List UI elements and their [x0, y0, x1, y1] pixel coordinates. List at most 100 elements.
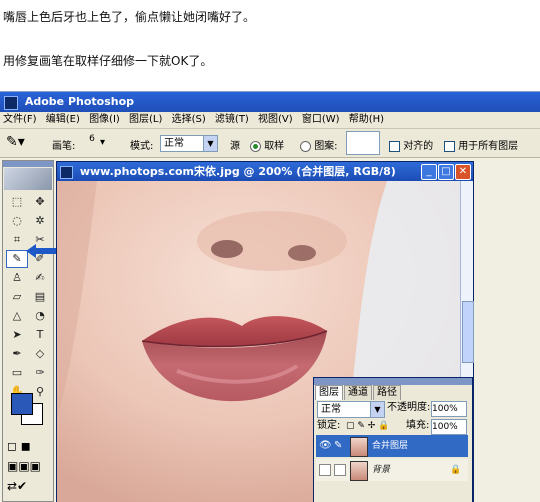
history-brush-icon[interactable]: ✍ [29, 269, 51, 287]
path-select-icon[interactable]: ➤ [6, 326, 28, 344]
marquee-icon[interactable]: ⬚ [6, 193, 28, 211]
menu-select[interactable]: 选择(S) [169, 112, 209, 128]
chevron-down-icon: ▼ [203, 136, 217, 151]
menu-image[interactable]: 图像(I) [86, 112, 123, 128]
source-label: 源 [230, 141, 240, 152]
link-toggle[interactable] [334, 464, 346, 476]
toolbox-logo [4, 168, 52, 190]
document-title-bar[interactable]: www.photops.com宋依.jpg @ 200% (合并图层, RGB/… [57, 162, 473, 181]
menu-help[interactable]: 帮助(H) [346, 112, 387, 128]
magic-wand-icon[interactable]: ✲ [29, 212, 51, 230]
layer-name: 背景 [372, 465, 391, 475]
lock-icon: 🔒 [450, 465, 462, 475]
eraser-icon[interactable]: ▱ [6, 288, 28, 306]
tab-layers[interactable]: 图层 [315, 385, 343, 400]
menu-window[interactable]: 窗口(W) [299, 112, 343, 128]
layer-thumbnail [350, 461, 368, 481]
healing-brush-icon[interactable]: ✎▾ [6, 134, 25, 150]
fill-label: 填充: [406, 420, 430, 431]
blend-mode-select[interactable]: 正常 ▼ [317, 401, 385, 418]
minimize-icon[interactable]: _ [421, 164, 437, 180]
article-line-1: 嘴唇上色后牙也上色了，偷点懒让她闭嘴好了。 [3, 10, 256, 24]
brush-link-icon[interactable]: ✎ [334, 435, 342, 457]
document-title: www.photops.com宋依.jpg @ 200% (合并图层, RGB/… [79, 165, 396, 178]
article-line-2: 用修复画笔在取样仔细修一下就OK了。 [3, 54, 213, 68]
aligned-option[interactable]: 对齐的 [389, 137, 433, 152]
tab-paths[interactable]: 路径 [373, 385, 401, 400]
photoshop-window: Adobe Photoshop 文件(F) 编辑(E) 图像(I) 图层(L) … [0, 91, 540, 502]
blur-icon[interactable]: △ [6, 307, 28, 325]
mode-select[interactable]: 正常 ▼ [160, 135, 218, 152]
toolbox: ⬚ ✥ ◌ ✲ ⌗ ✂ ✎ ✐ ♙ ✍ ▱ ▤ △ ◔ ➤ T ✒ ◇ ▭ ✑ … [2, 160, 54, 502]
pen-icon[interactable]: ✒ [6, 345, 28, 363]
mode-label: 模式: [130, 141, 154, 152]
blend-row: 正常 ▼ 不透明度: 100% [314, 399, 472, 418]
eyedropper-icon[interactable]: ✑ [29, 364, 51, 382]
all-layers-option[interactable]: 用于所有图层 [444, 137, 518, 152]
crop-icon[interactable]: ⌗ [6, 231, 28, 249]
lock-label: 锁定: [317, 420, 341, 431]
layers-panel-header[interactable] [314, 378, 472, 385]
dodge-icon[interactable]: ◔ [29, 307, 51, 325]
opacity-label: 不透明度: [387, 402, 431, 413]
stamp-icon[interactable]: ♙ [6, 269, 28, 287]
menu-edit[interactable]: 编辑(E) [43, 112, 83, 128]
text-icon[interactable]: T [29, 326, 51, 344]
jump-to-imageready-icon[interactable]: ⇄✔ [7, 479, 27, 493]
notes-icon[interactable]: ▭ [6, 364, 28, 382]
brush-dropdown-icon[interactable]: ▾ [100, 137, 105, 148]
checkbox-icon [444, 140, 455, 152]
menu-layer[interactable]: 图层(L) [126, 112, 165, 128]
menu-filter[interactable]: 滤镜(T) [212, 112, 252, 128]
checkbox-icon [389, 140, 400, 152]
all-layers-label: 用于所有图层 [458, 141, 519, 152]
eye-icon[interactable]: 👁 [319, 435, 332, 457]
options-bar: ✎▾ 画笔: 6 ▾ 模式: 正常 ▼ 源 取样 图案: 对齐的 用于所有图层 [0, 129, 540, 158]
layer-row-merged[interactable]: 👁 ✎ 合并图层 [316, 435, 468, 457]
opacity-input[interactable]: 100% [431, 401, 467, 417]
close-icon[interactable]: ✕ [455, 164, 471, 180]
quick-mask-icon[interactable]: ◻ ◼ [7, 439, 31, 453]
menu-bar: 文件(F) 编辑(E) 图像(I) 图层(L) 选择(S) 滤镜(T) 视图(V… [0, 112, 540, 129]
brush-label: 画笔: [52, 141, 76, 152]
screen-mode-icon[interactable]: ▣▣▣ [7, 459, 41, 473]
photoshop-logo-icon [4, 96, 18, 110]
maximize-icon[interactable]: □ [438, 164, 454, 180]
fill-input[interactable]: 100% [431, 419, 467, 435]
source-pattern-label: 图案: [314, 141, 338, 152]
source-pattern-option[interactable]: 图案: [300, 137, 338, 152]
menu-file[interactable]: 文件(F) [0, 112, 40, 128]
layers-panel: 图层 通道 路径 正常 ▼ 不透明度: 100% 锁定: ▢ ✎ ✢ 🔒 填充: 1… [313, 377, 473, 502]
foreground-color-swatch[interactable] [11, 393, 33, 415]
lock-row: 锁定: ▢ ✎ ✢ 🔒 填充: 100% [314, 417, 472, 435]
chevron-down-icon: ▼ [370, 402, 384, 417]
tab-channels[interactable]: 通道 [344, 385, 372, 400]
pattern-picker[interactable] [346, 131, 380, 155]
visibility-toggle[interactable] [319, 464, 331, 476]
toolbox-header[interactable] [3, 161, 53, 167]
radio-off-icon [300, 140, 311, 152]
source-sample-label: 取样 [264, 141, 285, 152]
menu-view[interactable]: 视图(V) [255, 112, 296, 128]
source-sample-option[interactable]: 取样 [250, 137, 284, 152]
layer-row-background[interactable]: 背景 🔒 [316, 459, 468, 481]
lock-icons[interactable]: ▢ ✎ ✢ 🔒 [346, 417, 389, 435]
layer-thumbnail [350, 437, 368, 457]
lasso-icon[interactable]: ◌ [6, 212, 28, 230]
layer-name: 合并图层 [372, 441, 409, 451]
shape-icon[interactable]: ◇ [29, 345, 51, 363]
document-icon [60, 166, 73, 179]
gradient-icon[interactable]: ▤ [29, 288, 51, 306]
scrollbar-thumb[interactable] [462, 301, 474, 363]
healing-brush-tool-icon[interactable]: ✎ [6, 250, 28, 268]
layers-tabs: 图层 通道 路径 [314, 385, 472, 400]
app-title: Adobe Photoshop [24, 95, 135, 108]
radio-on-icon [250, 140, 261, 152]
app-title-bar: Adobe Photoshop [0, 92, 540, 112]
brush-size[interactable]: 6 [86, 134, 98, 144]
blend-mode-value: 正常 [321, 404, 341, 415]
pointer-arrow-icon [26, 244, 58, 258]
move-icon[interactable]: ✥ [29, 193, 51, 211]
aligned-label: 对齐的 [403, 141, 434, 152]
mode-value: 正常 [164, 138, 184, 149]
